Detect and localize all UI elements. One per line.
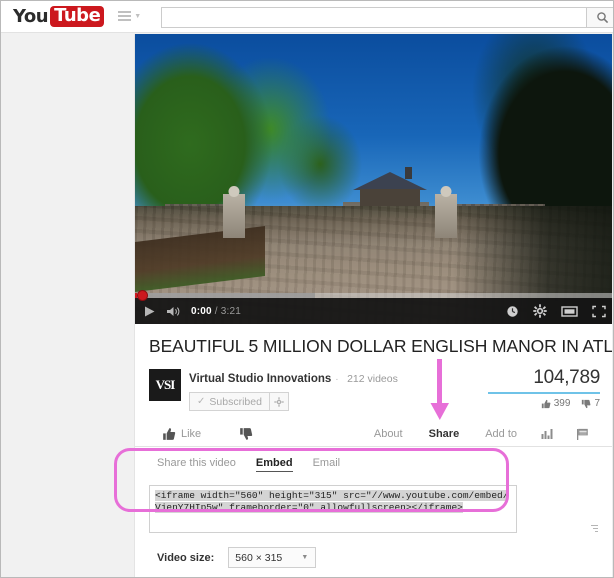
- avatar-text: VSI: [155, 377, 176, 392]
- watch-column: 0:00 / 3:21 BEAUTIFUL 5 MILLION DOLLAR E…: [134, 34, 614, 577]
- house-body: [360, 189, 420, 206]
- bar-chart-icon: [541, 429, 553, 439]
- like-button[interactable]: Like: [149, 419, 214, 448]
- channel-video-count: 212 videos: [347, 373, 398, 385]
- check-icon: ✓: [197, 396, 206, 407]
- progress-bar[interactable]: [135, 290, 613, 301]
- video-frame-image: [135, 34, 613, 324]
- embed-code-input[interactable]: [149, 485, 517, 533]
- stone-pillar-left: [223, 186, 245, 238]
- action-bar: Like About Share Add to: [135, 417, 613, 450]
- video-player[interactable]: 0:00 / 3:21: [135, 34, 613, 324]
- pillar-cap-left: [228, 186, 240, 197]
- tab-report[interactable]: [565, 420, 600, 449]
- house-chimney: [405, 167, 412, 179]
- masthead: You Tube ▼: [1, 1, 613, 33]
- chevron-down-icon: ▼: [134, 13, 142, 20]
- right-gutter: [612, 34, 613, 577]
- share-tab-embed[interactable]: Embed: [255, 457, 293, 472]
- share-tab-share-this-video[interactable]: Share this video: [157, 457, 236, 472]
- action-bar-left: Like: [149, 419, 264, 448]
- thumbs-down-icon: [240, 427, 253, 440]
- thumbs-up-icon: [541, 399, 551, 408]
- view-count: 104,789: [533, 367, 600, 388]
- dislike-button[interactable]: [228, 419, 264, 448]
- like-count-group[interactable]: 399: [541, 398, 571, 409]
- logo-you-text: You: [13, 5, 49, 27]
- like-count: 399: [553, 398, 571, 409]
- youtube-logo[interactable]: You Tube: [13, 5, 105, 28]
- subscribed-label: Subscribed: [209, 395, 262, 408]
- hamburger-bars: [118, 10, 132, 23]
- logo-tube-text: Tube: [50, 6, 105, 27]
- share-panel: Share this video Embed Email <iframe wid…: [135, 447, 613, 568]
- about-label: About: [373, 428, 403, 440]
- clock-icon[interactable]: [506, 305, 519, 318]
- dislike-count: 7: [594, 398, 600, 409]
- gear-icon[interactable]: [533, 304, 547, 318]
- channel-avatar[interactable]: VSI: [149, 369, 181, 401]
- action-bar-right: About Share Add to: [361, 419, 600, 450]
- pillar-cap-right: [440, 186, 452, 197]
- channel-row: VSI Virtual Studio Innovations · 212 vide…: [135, 365, 613, 417]
- house-roof: [353, 172, 427, 190]
- theater-mode-icon[interactable]: [561, 305, 578, 318]
- youtube-watch-page: You Tube ▼ 0:00 / 3:21 BEAUTIFUL 5 MILLI…: [0, 0, 614, 578]
- search-input[interactable]: [161, 7, 586, 28]
- video-size-select[interactable]: 560 × 315 ▼: [228, 547, 317, 568]
- tab-about[interactable]: About: [361, 420, 416, 449]
- subscribe-row: ✓ Subscribed: [189, 392, 398, 411]
- resize-grip[interactable]: [590, 523, 598, 532]
- stone-pillar-right: [435, 186, 457, 238]
- play-icon[interactable]: [143, 305, 156, 318]
- progress-scrubber[interactable]: [137, 290, 148, 301]
- share-tab-email[interactable]: Email: [313, 457, 341, 472]
- subscribed-button[interactable]: ✓ Subscribed: [189, 392, 270, 411]
- player-control-bar: 0:00 / 3:21: [135, 290, 613, 324]
- player-controls-right: [506, 304, 606, 318]
- time-display: 0:00 / 3:21: [191, 306, 241, 317]
- channel-line: Virtual Studio Innovations · 212 videos: [189, 369, 398, 387]
- meta-separator: ·: [335, 374, 339, 385]
- chevron-down-icon: ▼: [301, 554, 309, 561]
- subscription-settings-button[interactable]: [269, 392, 289, 411]
- share-label: Share: [428, 428, 460, 440]
- progress-loaded: [135, 293, 315, 298]
- embed-area: <iframe width="560" height="315" src="//…: [149, 485, 600, 533]
- search-icon: [596, 12, 608, 24]
- player-controls-left: 0:00 / 3:21: [143, 305, 241, 318]
- tab-share[interactable]: Share: [416, 420, 473, 450]
- hamburger-menu-icon[interactable]: ▼: [118, 10, 142, 23]
- tab-add-to[interactable]: Add to: [472, 420, 530, 449]
- rating-counts: 399 7: [450, 398, 600, 409]
- channel-meta: Virtual Studio Innovations · 212 videos ✓…: [189, 369, 398, 411]
- share-tabs: Share this video Embed Email: [149, 457, 600, 472]
- thumbs-down-icon: [582, 399, 591, 408]
- manor-house: [353, 167, 427, 206]
- current-time: 0:00: [191, 305, 212, 317]
- channel-name[interactable]: Virtual Studio Innovations: [189, 373, 331, 385]
- video-title: BEAUTIFUL 5 MILLION DOLLAR ENGLISH MANOR…: [149, 336, 614, 356]
- tab-statistics[interactable]: [530, 420, 565, 449]
- duration: 3:21: [220, 305, 242, 317]
- volume-icon[interactable]: [166, 305, 181, 318]
- search-button[interactable]: [586, 7, 613, 28]
- addto-label: Add to: [485, 428, 517, 440]
- video-size-row: Video size: 560 × 315 ▼: [149, 547, 600, 568]
- gear-icon: [274, 396, 284, 407]
- thumbs-up-icon: [163, 427, 176, 440]
- view-stats: 104,789 399 7: [450, 367, 600, 409]
- search-area: [161, 7, 613, 28]
- time-separator: /: [211, 305, 221, 317]
- fullscreen-icon[interactable]: [592, 305, 606, 318]
- like-label: Like: [181, 427, 202, 440]
- video-size-value: 560 × 315: [235, 551, 283, 564]
- dislike-count-group[interactable]: 7: [581, 398, 600, 409]
- flag-icon: [577, 428, 588, 440]
- rating-bar: [488, 392, 600, 394]
- video-size-label: Video size:: [157, 551, 215, 564]
